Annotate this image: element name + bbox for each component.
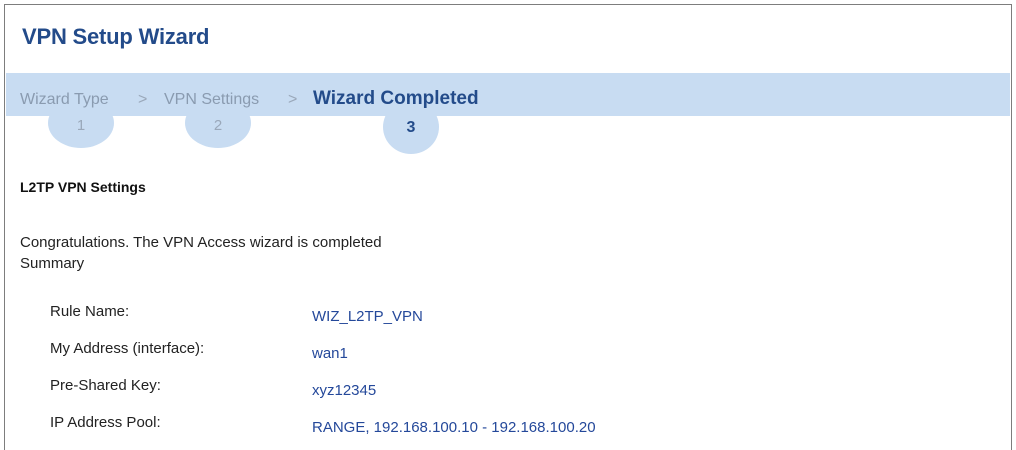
my-address-value: wan1 — [312, 345, 348, 362]
section-title: L2TP VPN Settings — [20, 179, 146, 195]
step-3-number: 3 — [406, 119, 416, 136]
step-1-number: 1 — [76, 117, 86, 134]
step-2-number: 2 — [213, 117, 223, 134]
step-vpn-settings: VPN Settings — [164, 91, 260, 108]
completion-message: Congratulations. The VPN Access wizard i… — [20, 234, 382, 251]
rule-name-value: WIZ_L2TP_VPN — [312, 308, 423, 325]
ip-address-pool-label: IP Address Pool: — [50, 414, 161, 431]
my-address-label: My Address (interface): — [50, 340, 205, 357]
step-wizard-type: Wizard Type — [20, 91, 109, 108]
rule-name-label: Rule Name: — [50, 303, 130, 320]
pre-shared-key-value: xyz12345 — [312, 382, 377, 399]
chevron-right-icon: > — [288, 91, 298, 108]
wizard-step-bar — [6, 73, 1010, 116]
ip-address-pool-value: RANGE, 192.168.100.10 - 192.168.100.20 — [312, 419, 596, 436]
chevron-right-icon: > — [138, 91, 148, 108]
summary-heading: Summary — [20, 255, 85, 272]
step-wizard-completed: Wizard Completed — [313, 88, 479, 109]
pre-shared-key-label: Pre-Shared Key: — [50, 377, 161, 394]
wizard-title: VPN Setup Wizard — [22, 24, 210, 49]
